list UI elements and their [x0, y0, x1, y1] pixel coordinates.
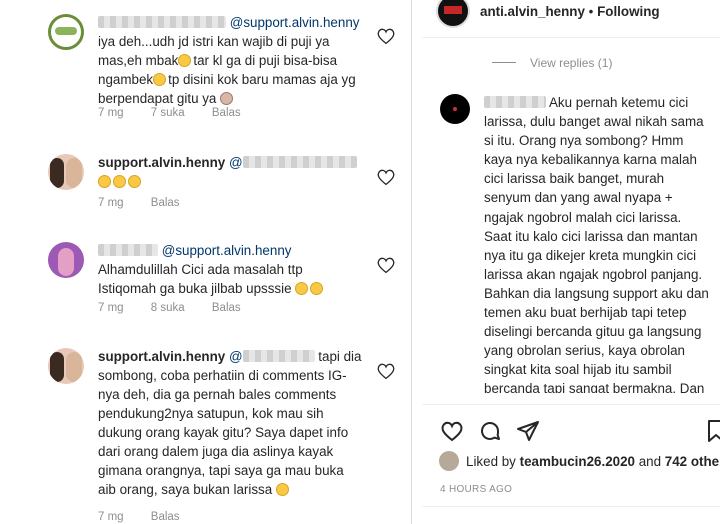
profile-username[interactable]: anti.alvin_henny: [480, 4, 585, 19]
header-line: anti.alvin_henny • Following: [480, 4, 660, 19]
post-pane: anti.alvin_henny • Following View replie…: [422, 0, 720, 524]
divider: [492, 62, 516, 63]
woman-emoji-icon: [220, 92, 234, 105]
divider: [422, 506, 720, 507]
comment-text: @support.alvin.henny Alhamdulillah Cici …: [98, 241, 364, 298]
comment-likes[interactable]: 8 suka: [151, 302, 185, 314]
avatar[interactable]: [48, 348, 84, 384]
heart-icon[interactable]: [376, 168, 396, 186]
mention-link[interactable]: @support.alvin.henny: [230, 15, 360, 30]
liked-by-avatar[interactable]: [439, 451, 459, 471]
avatar[interactable]: [48, 154, 84, 190]
heart-icon[interactable]: [376, 27, 396, 45]
grin-emoji-icon: [128, 175, 141, 188]
mention-link[interactable]: @: [229, 155, 243, 170]
grin-emoji-icon: [113, 175, 126, 188]
comment-meta: 7 mg 8 suka Balas: [98, 302, 265, 314]
comment-username[interactable]: support.alvin.henny: [98, 349, 225, 364]
comment-time: 7 mg: [98, 107, 124, 119]
liked-by-text: Liked by teambucin26.2020 and 742 other: [466, 454, 720, 469]
laughing-emoji-icon: [178, 54, 192, 67]
reply-comment: Aku pernah ketemu cici larissa, dulu ban…: [484, 93, 710, 393]
avatar[interactable]: [48, 14, 84, 50]
comment-meta: 7 mg Balas: [98, 197, 204, 209]
laughing-emoji-icon: [153, 73, 167, 86]
comment-time: 7 mg: [98, 302, 124, 314]
avatar[interactable]: [48, 242, 84, 278]
likes-count[interactable]: 742 other: [665, 454, 720, 469]
comment-body: Alhamdulillah Cici ada masalah ttp Istiq…: [98, 262, 303, 296]
mention-link[interactable]: @: [229, 349, 243, 364]
comments-pane: @support.alvin.henny iya deh...udh jd is…: [0, 0, 412, 524]
heart-icon[interactable]: [376, 362, 396, 380]
comment-bubble-icon[interactable]: [478, 419, 502, 443]
profile-avatar[interactable]: [436, 0, 470, 28]
bookmark-icon[interactable]: [704, 419, 720, 443]
like-heart-icon[interactable]: [440, 419, 464, 443]
comment-username[interactable]: support.alvin.henny: [98, 155, 225, 170]
reply-button[interactable]: Balas: [212, 302, 241, 314]
reply-button[interactable]: Balas: [151, 511, 180, 523]
post-timestamp[interactable]: 4 HOURS AGO: [440, 484, 512, 495]
grin-emoji-icon: [98, 175, 111, 188]
redacted-username[interactable]: [98, 16, 226, 28]
view-replies-label: View replies (1): [530, 56, 613, 70]
redacted-username[interactable]: [484, 96, 546, 108]
view-replies-button[interactable]: View replies (1): [492, 56, 612, 70]
post-header: anti.alvin_henny • Following: [422, 0, 720, 38]
mention-link[interactable]: @support.alvin.henny: [162, 243, 292, 258]
share-paper-plane-icon[interactable]: [516, 419, 540, 443]
liked-prefix: Liked by: [466, 454, 520, 469]
reply-comment-body: Aku pernah ketemu cici larissa, dulu ban…: [484, 95, 709, 393]
comment-meta: 7 mg Balas: [98, 511, 204, 523]
comment-time: 7 mg: [98, 511, 124, 523]
heart-icon[interactable]: [376, 256, 396, 274]
comment-likes[interactable]: 7 suka: [151, 107, 185, 119]
reply-button[interactable]: Balas: [151, 197, 180, 209]
redacted-mention: [242, 350, 315, 362]
comment-text: support.alvin.henny @ tapi dia sombong, …: [98, 347, 364, 499]
redacted-username[interactable]: [98, 244, 158, 256]
comment-text: support.alvin.henny @: [98, 153, 364, 191]
liked-by-user[interactable]: teambucin26.2020: [520, 454, 635, 469]
liked-suffix: and: [634, 454, 665, 469]
header-separator: •: [588, 4, 594, 19]
grin-emoji-icon: [275, 483, 289, 496]
post-actions: [422, 404, 720, 448]
following-button[interactable]: Following: [597, 4, 659, 19]
redacted-mention: [242, 156, 357, 168]
grin-emoji-icon: [310, 282, 324, 295]
grimace-emoji-icon: [295, 282, 309, 295]
comment-time: 7 mg: [98, 197, 124, 209]
reply-button[interactable]: Balas: [212, 107, 241, 119]
comment-body: tapi dia sombong, coba perhatiin di comm…: [98, 349, 362, 497]
commenter-avatar[interactable]: [440, 94, 470, 124]
comment-meta: 7 mg 7 suka Balas: [98, 107, 265, 119]
comment-text: @support.alvin.henny iya deh...udh jd is…: [98, 13, 364, 108]
